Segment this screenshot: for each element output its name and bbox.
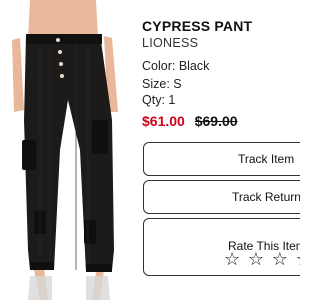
star-icon[interactable]: ☆ [272, 249, 289, 270]
order-item-page: CYPRESS PANT LIONESS Color: Black Size: … [0, 0, 300, 300]
track-return-button[interactable]: Track Return [143, 180, 300, 214]
product-brand: LIONESS [142, 36, 199, 50]
star-icon[interactable]: ☆ [248, 249, 265, 270]
track-return-label: Track Return [232, 190, 300, 204]
cargo-pants-icon [12, 0, 118, 300]
star-rating[interactable]: ☆ ☆ ☆ ☆ ☆ [224, 249, 300, 270]
product-image[interactable] [0, 0, 132, 300]
track-item-button[interactable]: Track Item [143, 142, 300, 176]
original-price: $69.00 [194, 113, 238, 129]
star-icon[interactable]: ☆ [296, 249, 300, 270]
product-color: Color: Black [142, 59, 210, 73]
price-row: $61.00 $69.00 [142, 113, 238, 129]
star-icon[interactable]: ☆ [224, 249, 241, 270]
sale-price: $61.00 [142, 113, 185, 129]
track-item-label: Track Item [238, 152, 295, 166]
product-quantity: Qty: 1 [142, 93, 176, 107]
rate-item-panel[interactable]: Rate This Item ☆ ☆ ☆ ☆ ☆ [143, 218, 300, 276]
product-name: CYPRESS PANT [142, 18, 253, 34]
product-size: Size: S [142, 77, 182, 91]
